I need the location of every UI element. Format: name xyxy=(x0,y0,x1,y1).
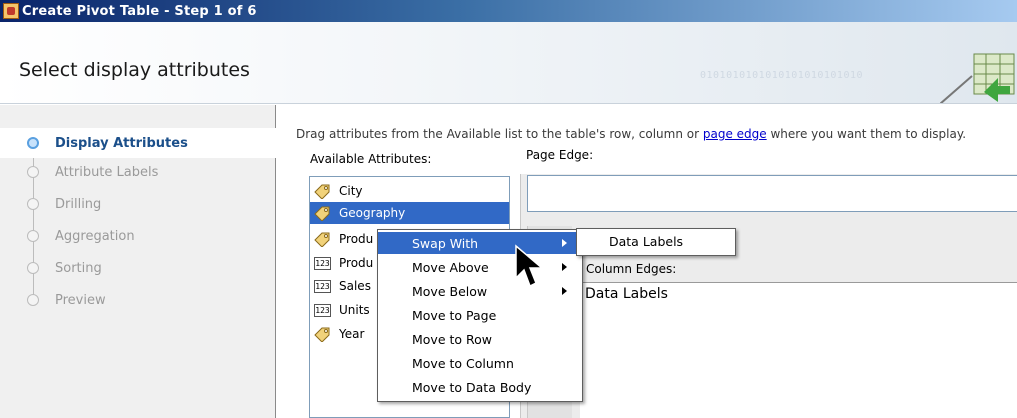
step-label: Aggregation xyxy=(55,228,135,244)
page-edge-drop-zone[interactable] xyxy=(527,175,1017,212)
instructions-post: where you want them to display. xyxy=(766,127,967,141)
menu-item-label: Move to Page xyxy=(412,307,497,323)
list-item-label: Units xyxy=(339,303,370,317)
list-item-label: Produ xyxy=(339,256,374,270)
list-item-label: Geography xyxy=(339,206,406,220)
menu-item-move-to-column[interactable]: Move to Column xyxy=(378,352,582,374)
menu-item-label: Move to Data Body xyxy=(412,379,532,395)
submenu-arrow-icon xyxy=(562,239,567,247)
menu-item-move-to-data-body[interactable]: Move to Data Body xyxy=(378,376,582,398)
tag-icon xyxy=(314,206,330,221)
menu-item-move-below[interactable]: Move Below xyxy=(378,280,582,302)
submenu-arrow-icon xyxy=(562,287,567,295)
numeric-icon: 123 xyxy=(314,256,331,270)
menu-item-move-to-row[interactable]: Move to Row xyxy=(378,328,582,350)
title-bar: Create Pivot Table - Step 1 of 6 xyxy=(0,0,1017,22)
menu-item-swap-with[interactable]: Swap With xyxy=(378,232,582,254)
step-label: Display Attributes xyxy=(55,135,188,151)
binary-decoration: 0101010101010101010101010 xyxy=(700,70,864,81)
wizard-header: Select display attributes 01010101010101… xyxy=(0,22,1017,104)
step-navigator: Display Attributes Attribute Labels Dril… xyxy=(0,105,276,418)
menu-item-label: Swap With xyxy=(412,235,479,251)
tag-icon xyxy=(314,232,330,247)
step-label: Attribute Labels xyxy=(55,164,159,180)
column-edge-item[interactable]: Data Labels xyxy=(585,286,668,302)
step-label: Sorting xyxy=(55,260,102,276)
menu-item-label: Move to Column xyxy=(412,355,514,371)
step-radio-icon xyxy=(27,166,39,178)
mouse-cursor-icon xyxy=(515,244,545,288)
step-radio-icon xyxy=(27,198,39,210)
instructions-pre: Drag attributes from the Available list … xyxy=(296,127,703,141)
step-label: Drilling xyxy=(55,196,102,212)
list-item-label: Sales xyxy=(339,279,371,293)
numeric-icon: 123 xyxy=(314,303,331,317)
tag-icon xyxy=(314,327,330,342)
list-item-label: Produ xyxy=(339,232,374,246)
pivot-table-logo-icon xyxy=(940,53,1015,103)
tag-icon xyxy=(314,184,330,199)
numeric-icon: 123 xyxy=(314,279,331,293)
list-item-city[interactable]: City xyxy=(310,180,509,202)
menu-item-label: Move Above xyxy=(412,259,489,275)
step-active-radio-icon xyxy=(27,137,39,149)
submenu-arrow-icon xyxy=(562,263,567,271)
menu-item-label: Move to Row xyxy=(412,331,493,347)
step-radio-icon xyxy=(27,294,39,306)
page-edge-label: Page Edge: xyxy=(526,148,594,162)
window-title: Create Pivot Table - Step 1 of 6 xyxy=(22,3,257,19)
instructions-text: Drag attributes from the Available list … xyxy=(296,127,966,141)
column-edges-label: Column Edges: xyxy=(586,262,677,276)
data-body-drop-zone[interactable] xyxy=(580,304,1017,418)
list-item-label: Year xyxy=(339,327,365,341)
page-title: Select display attributes xyxy=(19,59,250,81)
menu-item-label: Move Below xyxy=(412,283,488,299)
step-display-attributes[interactable]: Display Attributes xyxy=(0,128,276,158)
step-label: Preview xyxy=(55,292,106,308)
java-app-icon xyxy=(3,3,19,19)
list-item-geography[interactable]: Geography xyxy=(310,202,509,224)
available-attributes-label: Available Attributes: xyxy=(310,152,432,166)
page-edge-link[interactable]: page edge xyxy=(703,127,767,141)
swap-with-submenu: Data Labels xyxy=(576,228,736,256)
step-radio-icon xyxy=(27,262,39,274)
list-item-label: City xyxy=(339,184,363,198)
column-edge-drop-zone[interactable]: Data Labels xyxy=(580,282,1017,306)
menu-item-move-to-page[interactable]: Move to Page xyxy=(378,304,582,326)
menu-item-move-above[interactable]: Move Above xyxy=(378,256,582,278)
step-radio-icon xyxy=(27,230,39,242)
submenu-item-data-labels[interactable]: Data Labels xyxy=(609,234,683,249)
context-menu: Swap With Move Above Move Below Move to … xyxy=(377,229,583,402)
